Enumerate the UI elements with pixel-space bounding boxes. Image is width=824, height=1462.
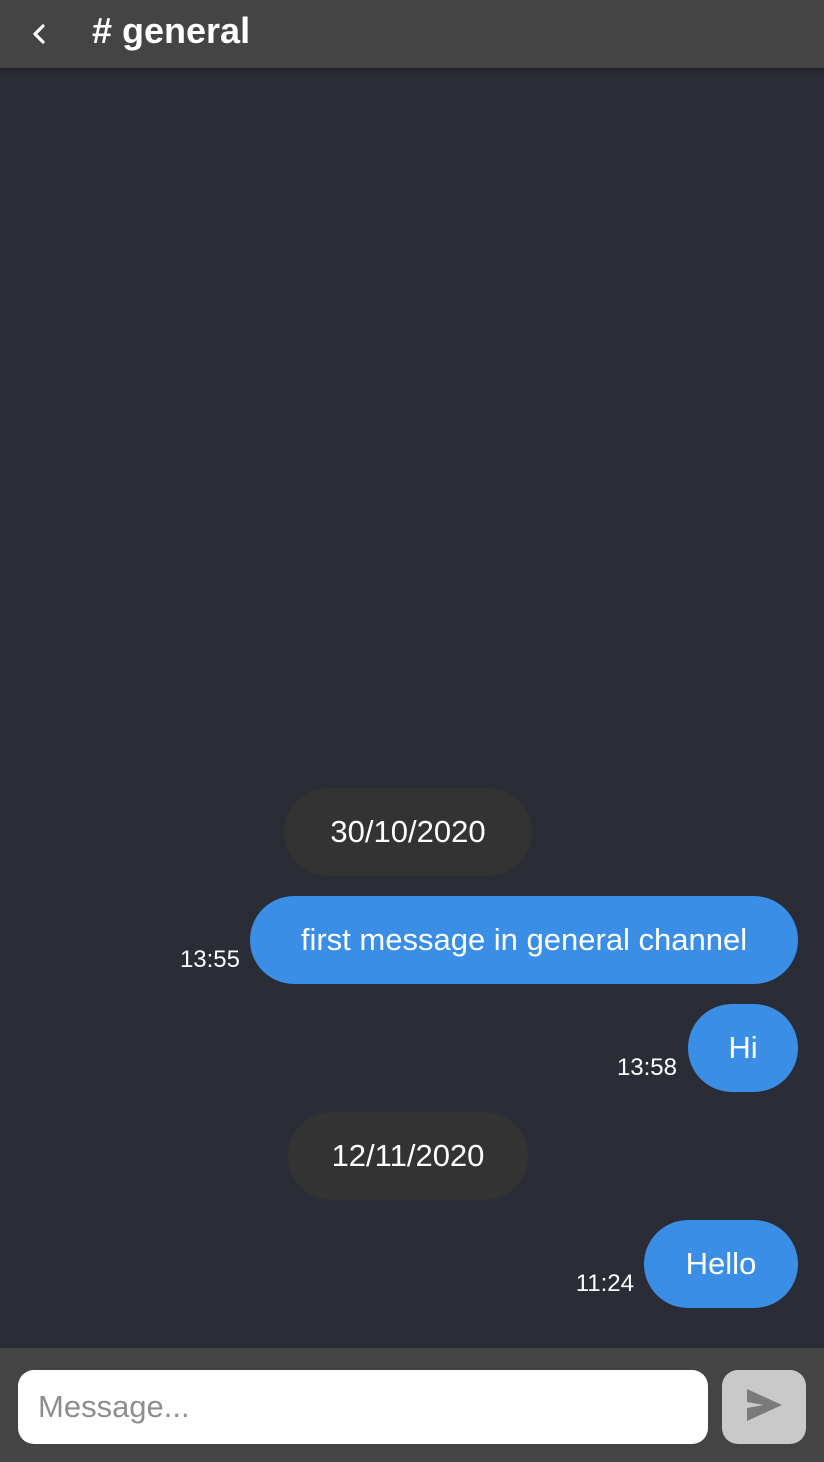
chevron-left-icon [28,22,52,46]
back-button[interactable] [16,8,64,60]
message-bubble[interactable]: Hello [644,1220,798,1308]
chat-screen: # general 30/10/2020 13:55 first message… [0,0,824,1462]
message-timestamp: 13:55 [179,946,240,973]
date-separator: 12/11/2020 [288,1112,528,1200]
message-composer [0,1348,824,1462]
date-separator: 30/10/2020 [284,788,532,876]
message-bubble[interactable]: Hi [688,1004,798,1092]
send-button[interactable] [722,1370,806,1444]
message-bubble[interactable]: first message in general channel [250,896,798,984]
message-timestamp: 11:24 [575,1270,634,1297]
app-header: # general [0,0,824,68]
message-input[interactable] [18,1370,708,1444]
message-list[interactable]: 30/10/2020 13:55 first message in genera… [0,68,824,1348]
message-timestamp: 13:58 [616,1054,677,1081]
channel-title: # general [92,10,251,51]
send-icon [744,1387,784,1428]
